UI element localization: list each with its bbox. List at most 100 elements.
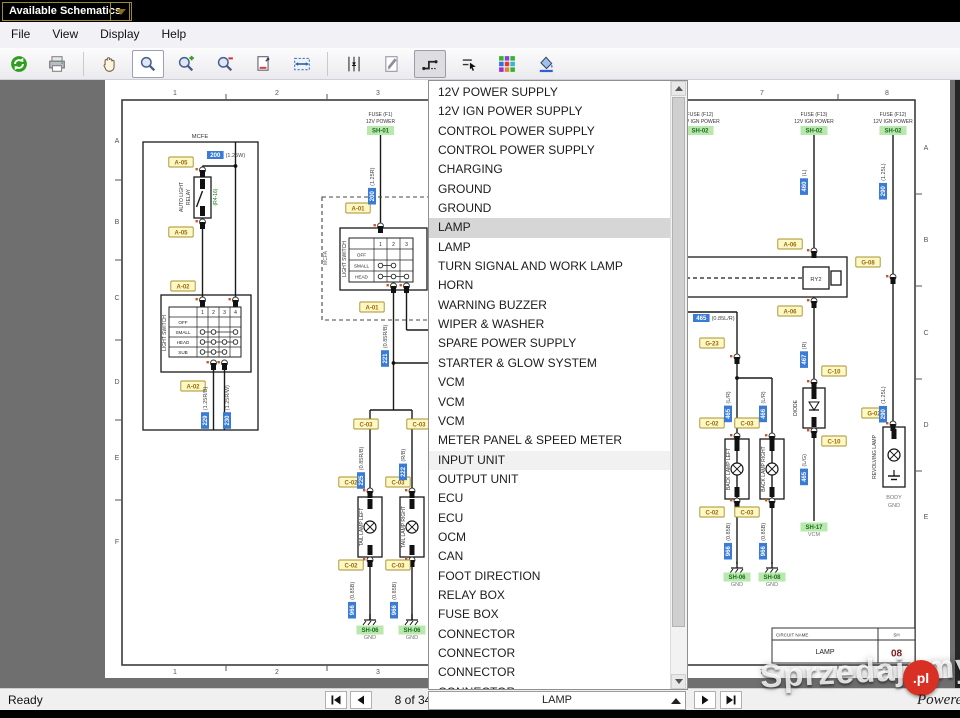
- toolbar-separator: [83, 52, 84, 76]
- trace-wire-button[interactable]: [414, 50, 446, 78]
- zoom-in-button[interactable]: [170, 50, 202, 78]
- svg-text:BACK LAMP RIGHT: BACK LAMP RIGHT: [761, 446, 767, 491]
- list-item[interactable]: GROUND: [429, 180, 670, 199]
- svg-text:SUB: SUB: [178, 350, 187, 355]
- fill-color-button[interactable]: [530, 50, 562, 78]
- list-item[interactable]: VCM: [429, 373, 670, 392]
- wire-select-button[interactable]: [453, 50, 485, 78]
- status-text: Ready: [8, 693, 43, 707]
- refresh-button[interactable]: [3, 50, 35, 78]
- list-item[interactable]: CONTROL POWER SUPPLY: [429, 122, 670, 141]
- svg-text:1: 1: [173, 669, 177, 676]
- svg-text:A-06: A-06: [783, 309, 797, 315]
- scroll-thumb[interactable]: [672, 97, 685, 627]
- list-item[interactable]: LAMP: [429, 218, 670, 237]
- list-item[interactable]: OCM: [429, 528, 670, 547]
- svg-text:SH-08: SH-08: [763, 575, 781, 581]
- svg-text:GND: GND: [364, 635, 376, 641]
- list-item[interactable]: RELAY BOX: [429, 586, 670, 605]
- list-item[interactable]: WIPER & WASHER: [429, 315, 670, 334]
- svg-text:A-05: A-05: [174, 230, 188, 236]
- fit-page-button[interactable]: [247, 50, 279, 78]
- svg-text:A-01: A-01: [351, 206, 365, 212]
- list-item[interactable]: 12V IGN POWER SUPPLY: [429, 102, 670, 121]
- svg-text:BACK LAMP LEFT: BACK LAMP LEFT: [726, 448, 732, 490]
- zoom-out-button[interactable]: [209, 50, 241, 78]
- svg-text:2: 2: [212, 310, 215, 316]
- list-item[interactable]: CONNECTOR: [429, 663, 670, 682]
- scroll-up-arrow[interactable]: [671, 81, 686, 96]
- svg-text:(0.85B): (0.85B): [761, 523, 767, 541]
- bottom-strip: [0, 710, 960, 718]
- list-item[interactable]: CONNECTOR: [429, 644, 670, 663]
- list-item[interactable]: CONNECTOR: [429, 625, 670, 644]
- list-item[interactable]: GROUND: [429, 199, 670, 218]
- list-item[interactable]: 12V POWER SUPPLY: [429, 83, 670, 102]
- svg-text:A: A: [115, 138, 120, 145]
- svg-text:C-03: C-03: [740, 510, 754, 516]
- list-item[interactable]: ECU: [429, 489, 670, 508]
- list-item[interactable]: CONNECTOR: [429, 683, 670, 689]
- list-item[interactable]: STARTER & GLOW SYSTEM: [429, 354, 670, 373]
- edit-button[interactable]: [376, 50, 408, 78]
- menu-view[interactable]: View: [41, 22, 89, 41]
- svg-text:A-01: A-01: [365, 305, 379, 311]
- list-scrollbar[interactable]: [670, 81, 687, 689]
- svg-text:SH-06: SH-06: [361, 628, 379, 634]
- menu-file[interactable]: File: [0, 22, 41, 41]
- svg-text:1: 1: [201, 310, 204, 316]
- svg-text:C-03: C-03: [359, 422, 373, 428]
- pan-button[interactable]: [93, 50, 125, 78]
- list-item[interactable]: VCM: [429, 393, 670, 412]
- circuit-view-button[interactable]: [338, 50, 370, 78]
- list-item[interactable]: CONTROL POWER SUPPLY: [429, 141, 670, 160]
- svg-text:SH-06: SH-06: [728, 575, 746, 581]
- last-page-button[interactable]: [720, 691, 742, 709]
- list-item[interactable]: WARNING BUZZER: [429, 296, 670, 315]
- list-item[interactable]: INPUT UNIT: [429, 451, 670, 470]
- previous-page-button[interactable]: [350, 691, 372, 709]
- list-item[interactable]: HORN: [429, 276, 670, 295]
- list-item[interactable]: VCM: [429, 412, 670, 431]
- list-item[interactable]: ECU: [429, 509, 670, 528]
- circuit-diode-icon: [345, 55, 363, 73]
- svg-text:SMALL: SMALL: [354, 264, 370, 269]
- scroll-down-arrow[interactable]: [671, 674, 686, 689]
- list-item[interactable]: CAN: [429, 547, 670, 566]
- list-item[interactable]: FOOT DIRECTION: [429, 567, 670, 586]
- svg-text:SH-17: SH-17: [805, 525, 823, 531]
- menu-help[interactable]: Help: [151, 22, 198, 41]
- svg-text:(R/B): (R/B): [401, 449, 407, 462]
- svg-text:(1.25R/B): (1.25R/B): [203, 386, 209, 410]
- list-item[interactable]: FUSE BOX: [429, 605, 670, 624]
- list-item[interactable]: CHARGING: [429, 160, 670, 179]
- svg-text:4: 4: [234, 310, 237, 316]
- list-item[interactable]: OUTPUT UNIT: [429, 470, 670, 489]
- fit-width-button[interactable]: [286, 50, 318, 78]
- app-window: Available Schematics FileViewDisplayHelp…: [0, 0, 960, 718]
- svg-text:2: 2: [392, 242, 395, 248]
- svg-text:OFF: OFF: [178, 320, 187, 325]
- svg-text:RELAY: RELAY: [186, 188, 192, 205]
- circuit-selector-combobox[interactable]: LAMP: [428, 691, 686, 710]
- list-item[interactable]: TURN SIGNAL AND WORK LAMP: [429, 257, 670, 276]
- available-schematics-dropdown-arrow[interactable]: [110, 2, 132, 21]
- svg-text:3: 3: [223, 310, 226, 316]
- list-item[interactable]: METER PANEL & SPEED METER: [429, 431, 670, 450]
- menu-display[interactable]: Display: [89, 22, 150, 41]
- list-item[interactable]: LAMP: [429, 238, 670, 257]
- list-item[interactable]: SPARE POWER SUPPLY: [429, 334, 670, 353]
- color-legend-button[interactable]: [491, 50, 523, 78]
- svg-text:(1.25L): (1.25L): [881, 386, 887, 404]
- zoom-tool-button[interactable]: [132, 50, 164, 78]
- svg-text:GND: GND: [731, 582, 743, 588]
- print-button[interactable]: [41, 50, 73, 78]
- svg-text:222: 222: [401, 466, 407, 477]
- svg-text:3: 3: [405, 242, 408, 248]
- next-page-button[interactable]: [694, 691, 716, 709]
- combo-open-arrow[interactable]: [668, 694, 683, 707]
- svg-text:(1.25W): (1.25W): [226, 153, 246, 159]
- svg-text:(0.85B): (0.85B): [392, 582, 398, 600]
- svg-text:C-03: C-03: [740, 421, 754, 427]
- first-page-button[interactable]: [325, 691, 347, 709]
